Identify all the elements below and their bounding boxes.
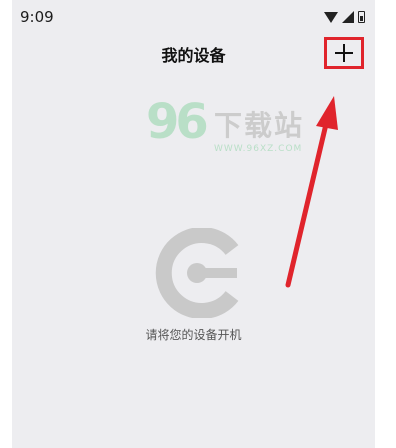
add-device-button[interactable] xyxy=(324,37,364,69)
watermark-title: 下载站 xyxy=(214,109,305,142)
signal-icon xyxy=(342,11,354,23)
watermark-url: WWW.96XZ.COM xyxy=(214,144,303,154)
status-bar: 9:09 xyxy=(12,0,375,32)
watermark: 96 下载站 WWW.96XZ.COM xyxy=(142,94,342,164)
status-icons xyxy=(324,10,365,24)
status-time: 9:09 xyxy=(20,8,54,26)
watermark-digits: 96 xyxy=(146,94,209,150)
power-on-hint: 请将您的设备开机 xyxy=(145,328,242,342)
phone-screen: 9:09 我的设备 96 下载站 WWW.96XZ.COM 请将您的设备开机 xyxy=(12,0,375,448)
header: 我的设备 xyxy=(12,32,375,76)
page-title: 我的设备 xyxy=(161,46,226,65)
device-power-logo-icon xyxy=(155,228,239,318)
battery-icon xyxy=(358,11,365,23)
wifi-icon xyxy=(324,11,338,23)
plus-icon xyxy=(335,44,353,62)
